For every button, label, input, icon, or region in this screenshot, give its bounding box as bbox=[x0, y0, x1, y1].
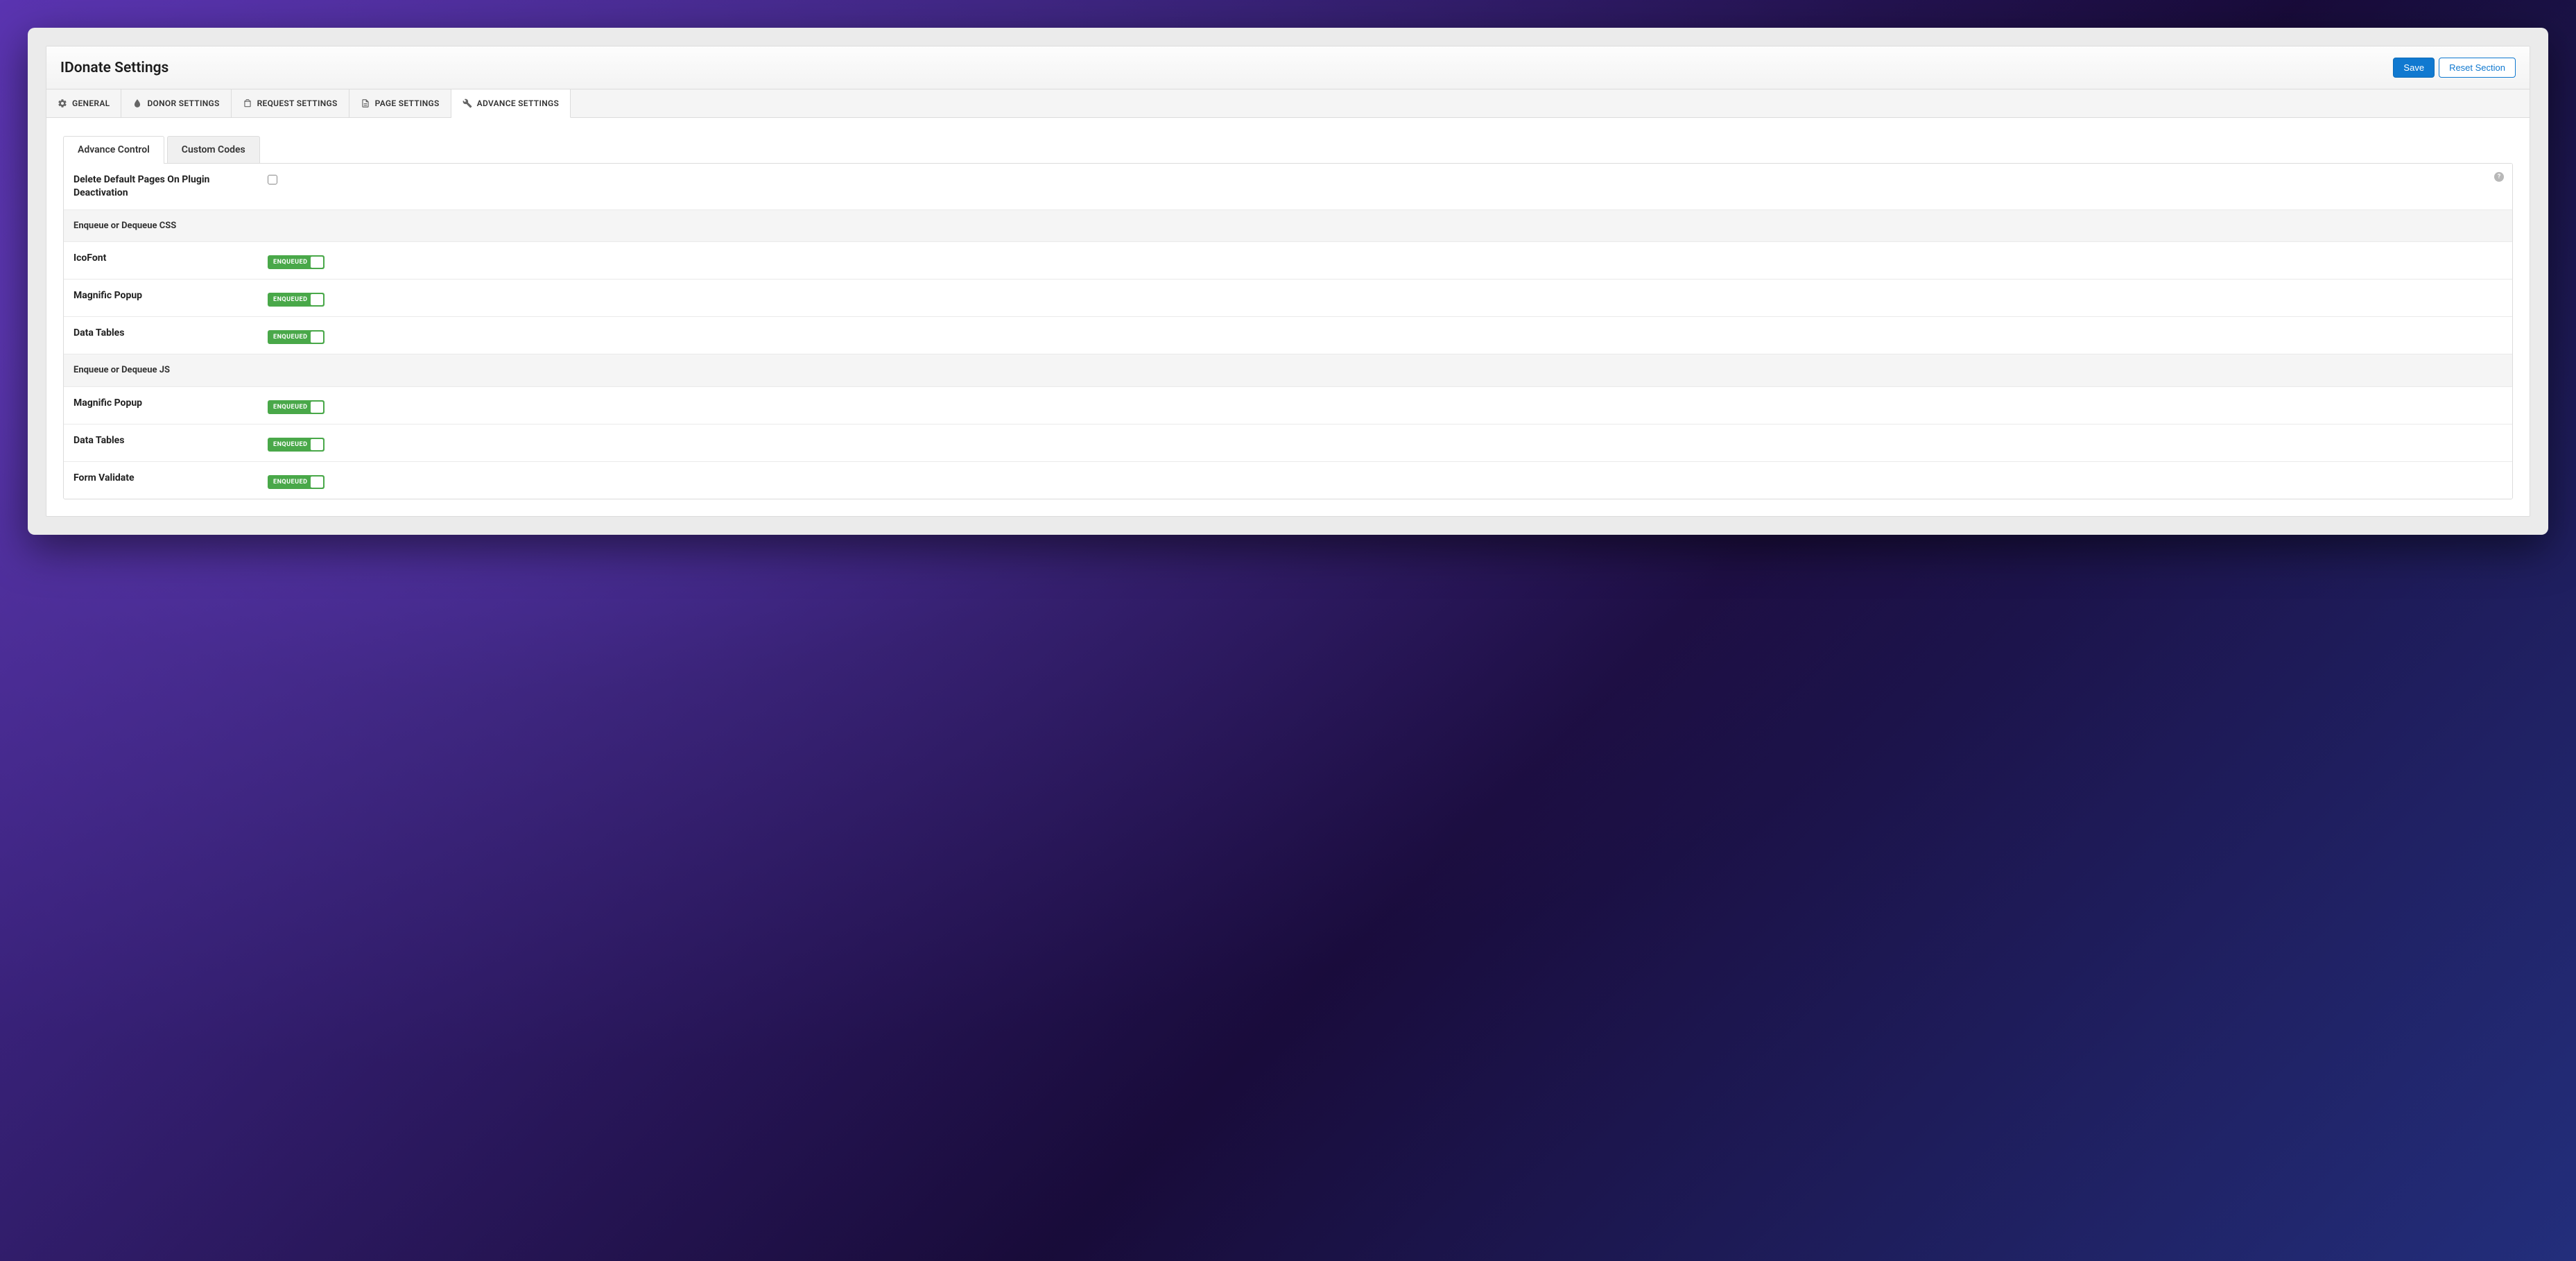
sub-tab-advance-control[interactable]: Advance Control bbox=[63, 136, 164, 163]
toggle-knob bbox=[311, 439, 323, 450]
toggle-icofont[interactable]: ENQUEUED bbox=[268, 255, 325, 269]
tab-donor-settings[interactable]: DONOR SETTINGS bbox=[121, 89, 231, 117]
row-js-magnific-popup: Magnific Popup ENQUEUED bbox=[64, 387, 2512, 424]
section-header-label: Enqueue or Dequeue CSS bbox=[74, 220, 268, 232]
sub-tab-custom-codes[interactable]: Custom Codes bbox=[167, 136, 260, 163]
toggle-magnific-popup-css[interactable]: ENQUEUED bbox=[268, 293, 325, 307]
row-js-form-validate: Form Validate ENQUEUED bbox=[64, 462, 2512, 499]
toggle-label: ENQUEUED bbox=[273, 259, 307, 266]
toggle-magnific-popup-js[interactable]: ENQUEUED bbox=[268, 400, 325, 414]
toggle-knob bbox=[311, 402, 323, 413]
panel-header: IDonate Settings Save Reset Section bbox=[46, 46, 2530, 89]
row-control: ENQUEUED bbox=[268, 289, 2502, 307]
page-icon bbox=[361, 98, 370, 108]
row-js-header: Enqueue or Dequeue JS bbox=[64, 354, 2512, 387]
toggle-knob bbox=[311, 294, 323, 305]
toggle-label: ENQUEUED bbox=[273, 479, 307, 486]
tools-icon bbox=[463, 98, 472, 108]
reset-section-button[interactable]: Reset Section bbox=[2439, 58, 2516, 78]
content-area: Advance Control Custom Codes Delete Defa… bbox=[46, 118, 2530, 516]
row-control: ENQUEUED bbox=[268, 397, 2502, 414]
sub-tabs: Advance Control Custom Codes bbox=[63, 136, 2513, 163]
tab-label: REQUEST SETTINGS bbox=[257, 98, 338, 108]
toggle-label: ENQUEUED bbox=[273, 441, 307, 448]
tab-label: GENERAL bbox=[72, 98, 110, 108]
toggle-knob bbox=[311, 332, 323, 343]
tab-advance-settings[interactable]: ADVANCE SETTINGS bbox=[451, 89, 571, 118]
droplet-icon bbox=[132, 98, 142, 108]
toggle-knob bbox=[311, 477, 323, 488]
primary-tabs: GENERAL DONOR SETTINGS REQUEST SETTINGS … bbox=[46, 89, 2530, 118]
tab-label: ADVANCE SETTINGS bbox=[477, 98, 559, 108]
row-control: ENQUEUED bbox=[268, 327, 2502, 344]
row-control: ENQUEUED bbox=[268, 252, 2502, 269]
settings-table: Delete Default Pages On Plugin Deactivat… bbox=[63, 163, 2513, 499]
toggle-label: ENQUEUED bbox=[273, 334, 307, 341]
toggle-label: ENQUEUED bbox=[273, 296, 307, 303]
row-label: IcoFont bbox=[74, 252, 268, 265]
toggle-data-tables-css[interactable]: ENQUEUED bbox=[268, 330, 325, 344]
row-label: Magnific Popup bbox=[74, 289, 268, 302]
toggle-form-validate[interactable]: ENQUEUED bbox=[268, 475, 325, 489]
page-title: IDonate Settings bbox=[60, 60, 168, 76]
row-delete-default-pages: Delete Default Pages On Plugin Deactivat… bbox=[64, 164, 2512, 210]
row-control: ENQUEUED bbox=[268, 472, 2502, 489]
row-css-data-tables: Data Tables ENQUEUED bbox=[64, 317, 2512, 354]
row-label: Magnific Popup bbox=[74, 397, 268, 410]
row-control bbox=[268, 173, 2502, 185]
row-js-data-tables: Data Tables ENQUEUED bbox=[64, 424, 2512, 462]
settings-panel: IDonate Settings Save Reset Section GENE… bbox=[46, 46, 2530, 517]
row-css-magnific-popup: Magnific Popup ENQUEUED bbox=[64, 280, 2512, 317]
help-icon[interactable]: ? bbox=[2494, 172, 2504, 182]
row-label: Delete Default Pages On Plugin Deactivat… bbox=[74, 173, 268, 200]
tab-general[interactable]: GENERAL bbox=[46, 89, 121, 117]
delete-pages-checkbox[interactable] bbox=[268, 175, 277, 185]
header-actions: Save Reset Section bbox=[2393, 58, 2516, 78]
toggle-label: ENQUEUED bbox=[273, 404, 307, 411]
section-header-label: Enqueue or Dequeue JS bbox=[74, 364, 268, 377]
row-label: Data Tables bbox=[74, 434, 268, 447]
tab-label: DONOR SETTINGS bbox=[147, 98, 219, 108]
settings-window: IDonate Settings Save Reset Section GENE… bbox=[28, 28, 2548, 535]
toggle-knob bbox=[311, 257, 323, 268]
row-css-icofont: IcoFont ENQUEUED bbox=[64, 242, 2512, 280]
row-label: Form Validate bbox=[74, 472, 268, 485]
save-button[interactable]: Save bbox=[2393, 58, 2435, 78]
tab-request-settings[interactable]: REQUEST SETTINGS bbox=[232, 89, 349, 117]
request-icon bbox=[243, 98, 252, 108]
gear-icon bbox=[58, 98, 67, 108]
row-control: ENQUEUED bbox=[268, 434, 2502, 452]
tab-page-settings[interactable]: PAGE SETTINGS bbox=[349, 89, 451, 117]
row-css-header: Enqueue or Dequeue CSS bbox=[64, 210, 2512, 243]
tab-label: PAGE SETTINGS bbox=[375, 98, 440, 108]
row-label: Data Tables bbox=[74, 327, 268, 340]
toggle-data-tables-js[interactable]: ENQUEUED bbox=[268, 438, 325, 452]
